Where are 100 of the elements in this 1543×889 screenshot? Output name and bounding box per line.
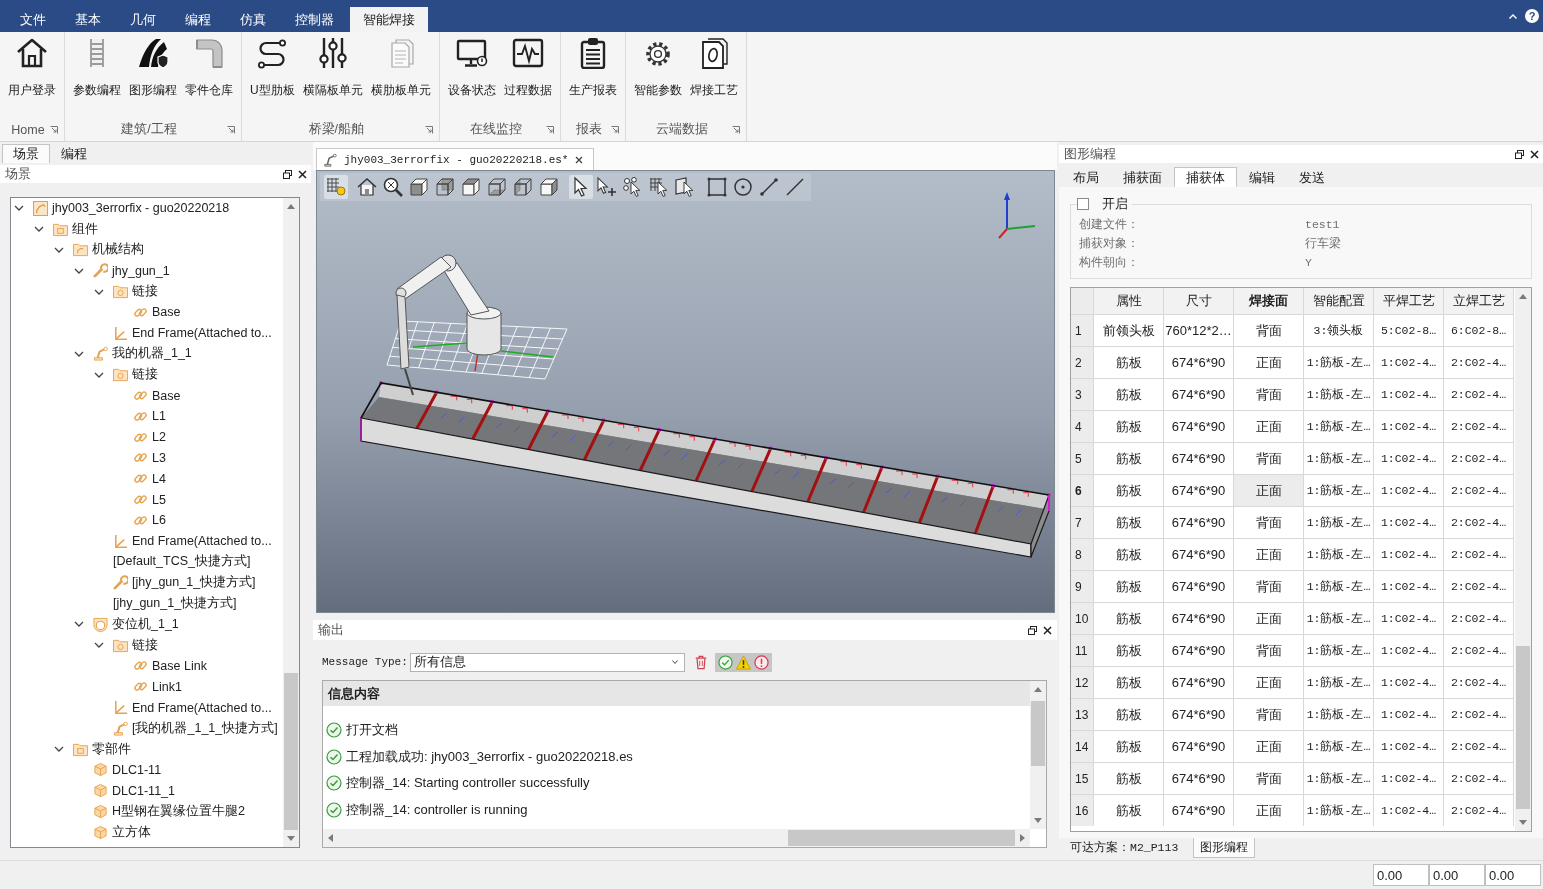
panel-tab[interactable]: 捕获面	[1111, 167, 1174, 187]
column-header[interactable]: 平焊工艺	[1374, 288, 1443, 314]
chevron-down-icon[interactable]	[74, 350, 84, 357]
dialog-launcher-icon[interactable]	[424, 125, 433, 134]
tree-item[interactable]: [jhy_gun_1_快捷方式]	[113, 594, 237, 613]
scroll-left-icon[interactable]	[328, 834, 333, 842]
close-icon[interactable]	[575, 155, 584, 164]
scroll-right-icon[interactable]	[1020, 834, 1025, 842]
tree-item[interactable]: H型钢在翼缘位置牛腿2	[93, 802, 245, 821]
cube-icon[interactable]	[511, 175, 535, 199]
close-icon[interactable]	[298, 169, 307, 179]
chevron-down-icon[interactable]	[34, 226, 44, 233]
tree-item[interactable]: Base Link	[133, 656, 207, 675]
tree-item[interactable]: 变位机_1_1	[93, 615, 179, 634]
row-header[interactable]: 5	[1071, 443, 1093, 474]
column-header[interactable]: 尺寸	[1164, 288, 1233, 314]
scroll-up-icon[interactable]	[1034, 687, 1042, 692]
chevron-down-icon[interactable]	[54, 746, 64, 753]
cube-icon[interactable]	[433, 175, 457, 199]
scrollbar-thumb[interactable]	[1031, 701, 1045, 767]
chevron-down-icon[interactable]	[54, 247, 64, 253]
scroll-up-icon[interactable]	[1519, 294, 1527, 299]
dialog-launcher-icon[interactable]	[50, 125, 58, 134]
viewport-canvas[interactable]	[316, 170, 1055, 613]
tree-item[interactable]: 链接	[113, 282, 158, 301]
dialog-launcher-icon[interactable]	[610, 125, 619, 134]
check-circle-icon[interactable]	[717, 654, 733, 670]
tree-item[interactable]: jhy003_3errorfix - guo20220218	[33, 199, 230, 218]
tree-item[interactable]: DLC1-11	[93, 760, 162, 779]
cursor-icon[interactable]	[569, 175, 593, 199]
scroll-up-icon[interactable]	[287, 204, 295, 209]
tree-item[interactable]: 组件	[53, 220, 98, 239]
help-button[interactable]: ?	[1525, 9, 1539, 23]
tree-item[interactable]: 链接	[113, 636, 158, 655]
ribbon-button[interactable]: 图形编程	[125, 32, 181, 102]
tree-item[interactable]: L6	[133, 511, 166, 530]
cube-icon[interactable]	[459, 175, 483, 199]
row-header[interactable]: 14	[1071, 731, 1093, 762]
scrollbar[interactable]	[1515, 288, 1531, 831]
scrollbar-thumb[interactable]	[284, 673, 298, 830]
tree-item[interactable]: 立方体	[93, 823, 151, 842]
panel-tab[interactable]: 布局	[1061, 167, 1111, 187]
scrollbar[interactable]	[323, 829, 1030, 847]
trash-icon[interactable]	[693, 654, 708, 670]
menu-tab[interactable]: 文件	[7, 7, 59, 32]
grid-bulb-icon[interactable]	[324, 175, 348, 199]
dialog-launcher-icon[interactable]	[545, 125, 554, 134]
tree-item[interactable]: Base	[133, 303, 181, 322]
row-header[interactable]: 3	[1071, 379, 1093, 410]
ribbon-button[interactable]: 横隔板单元	[298, 32, 367, 102]
chevron-down-icon[interactable]	[74, 267, 84, 274]
row-header[interactable]: 12	[1071, 667, 1093, 698]
tree-item[interactable]: 链接	[113, 365, 158, 384]
scrollbar[interactable]	[283, 198, 299, 847]
circle-icon[interactable]	[731, 175, 755, 199]
line-points-icon[interactable]	[757, 175, 781, 199]
menu-tab[interactable]: 智能焊接	[350, 7, 428, 32]
menu-tab[interactable]: 控制器	[282, 7, 347, 32]
column-header[interactable]: 智能配置	[1304, 288, 1373, 314]
ribbon-button[interactable]: 过程数据	[499, 32, 556, 102]
dialog-launcher-icon[interactable]	[731, 125, 740, 134]
ribbon-button[interactable]: 横肋板单元	[366, 32, 435, 102]
ribbon-button[interactable]: U型肋板	[246, 32, 299, 102]
row-header[interactable]: 7	[1071, 507, 1093, 538]
row-header[interactable]: 9	[1071, 571, 1093, 602]
tree-item[interactable]: [jhy_gun_1_快捷方式]	[113, 573, 256, 592]
cube-icon[interactable]	[537, 175, 561, 199]
column-header[interactable]: 属性	[1094, 288, 1163, 314]
chevron-down-icon[interactable]	[74, 621, 84, 628]
float-icon[interactable]	[283, 169, 292, 179]
scrollbar[interactable]	[1030, 681, 1046, 829]
tree-item[interactable]: L3	[133, 448, 166, 467]
dialog-launcher-icon[interactable]	[227, 125, 235, 134]
row-header[interactable]: 15	[1071, 763, 1093, 794]
row-header[interactable]: 16	[1071, 795, 1093, 826]
panel-tab[interactable]: 可达方案：M2_P113	[1063, 838, 1186, 858]
column-header[interactable]: 立焊工艺	[1444, 288, 1513, 314]
ribbon-button[interactable]: 智能参数	[629, 32, 686, 102]
ribbon-button[interactable]: 参数编程	[69, 32, 125, 102]
cursor-plus-icon[interactable]	[595, 175, 619, 199]
row-header[interactable]: 2	[1071, 347, 1093, 378]
tree-item[interactable]: Base	[133, 386, 181, 405]
rectangle-icon[interactable]	[705, 175, 729, 199]
chevron-down-icon[interactable]	[14, 205, 24, 212]
panel-tab[interactable]: 捕获体	[1174, 167, 1237, 187]
row-header[interactable]: 10	[1071, 603, 1093, 634]
row-header[interactable]: 11	[1071, 635, 1093, 666]
row-header[interactable]: 13	[1071, 699, 1093, 730]
ribbon-button[interactable]: 用户登录	[4, 32, 60, 102]
scroll-down-icon[interactable]	[1034, 818, 1042, 823]
tree-item[interactable]: End Frame(Attached to...	[113, 698, 272, 717]
zoom-icon[interactable]	[381, 175, 405, 199]
tree-item[interactable]: 我的机器_1_1	[93, 344, 192, 363]
panel-tab[interactable]: 图形编程	[1193, 838, 1256, 858]
chevron-down-icon[interactable]	[94, 371, 104, 378]
tree-item[interactable]: End Frame(Attached to...	[113, 324, 272, 343]
house-icon[interactable]	[355, 175, 379, 199]
close-icon[interactable]	[1043, 625, 1052, 635]
tree-item[interactable]: 机械结构	[73, 241, 144, 259]
tree-item[interactable]: L5	[133, 490, 166, 509]
